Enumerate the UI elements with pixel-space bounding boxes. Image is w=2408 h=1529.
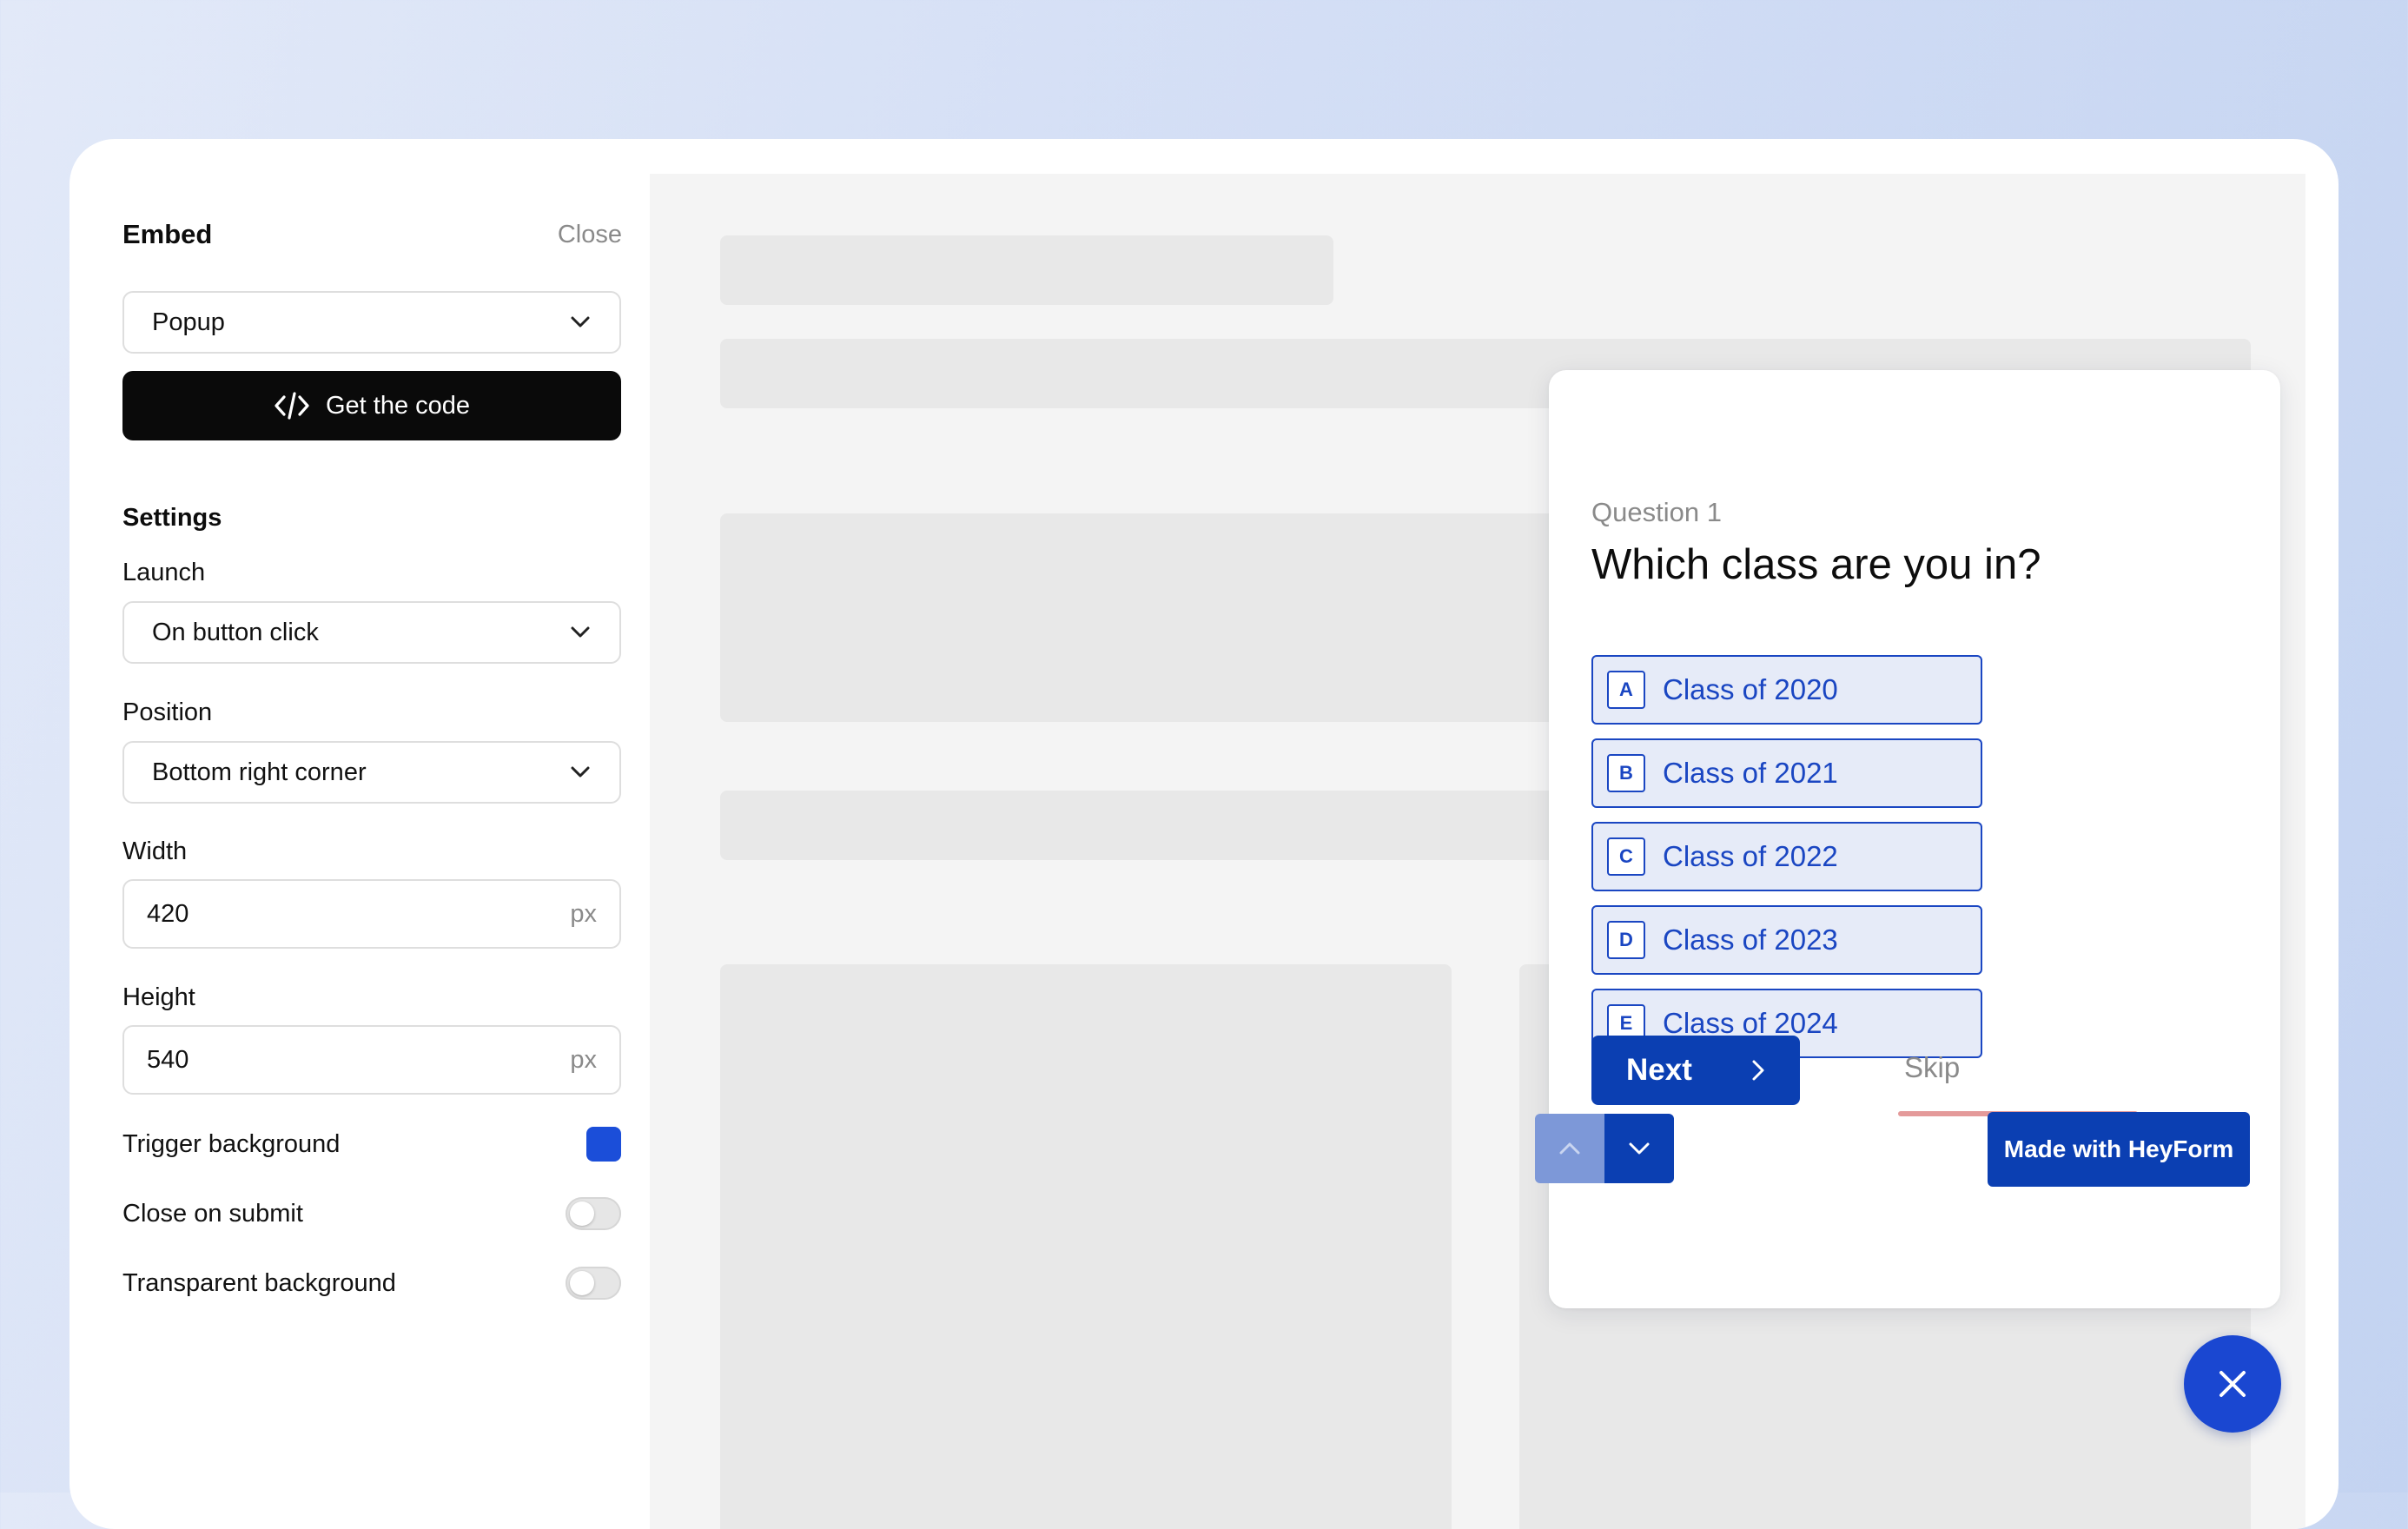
- width-unit: px: [570, 899, 597, 928]
- question-title: Which class are you in?: [1591, 541, 2041, 588]
- close-on-submit-label: Close on submit: [122, 1200, 303, 1228]
- toggle-knob: [570, 1201, 594, 1226]
- height-value: 540: [147, 1045, 189, 1074]
- choice-label: Class of 2023: [1663, 923, 1838, 956]
- height-input[interactable]: 540 px: [122, 1025, 621, 1095]
- position-label: Position: [122, 698, 213, 726]
- transparent-background-label: Transparent background: [122, 1269, 396, 1297]
- choice-key: B: [1607, 754, 1645, 792]
- skip-button[interactable]: Skip: [1904, 1053, 1960, 1082]
- embed-type-select[interactable]: Popup: [122, 291, 621, 354]
- settings-heading: Settings: [122, 504, 222, 532]
- embed-settings-panel: Embed Close Popup Get the code Settings …: [69, 139, 650, 1529]
- embed-type-value: Popup: [152, 308, 225, 336]
- choice-option[interactable]: B Class of 2021: [1591, 738, 1982, 808]
- choice-label: Class of 2021: [1663, 757, 1838, 789]
- width-label: Width: [122, 837, 188, 865]
- choice-option[interactable]: D Class of 2023: [1591, 905, 1982, 975]
- width-value: 420: [147, 899, 189, 928]
- toggle-knob: [570, 1271, 594, 1295]
- popup-form: Question 1 Which class are you in? A Cla…: [1535, 370, 2280, 1308]
- choice-option[interactable]: A Class of 2020: [1591, 655, 1982, 725]
- height-unit: px: [570, 1045, 597, 1074]
- popup-trigger-close-button[interactable]: [2184, 1335, 2281, 1433]
- previous-question-button[interactable]: [1535, 1114, 1604, 1183]
- choice-key: A: [1607, 671, 1645, 709]
- choice-key: C: [1607, 837, 1645, 876]
- launch-select[interactable]: On button click: [122, 601, 621, 664]
- next-button[interactable]: Next: [1591, 1036, 1800, 1105]
- choice-label: Class of 2022: [1663, 840, 1838, 872]
- close-link[interactable]: Close: [558, 222, 622, 248]
- get-code-label: Get the code: [325, 391, 471, 420]
- launch-value: On button click: [152, 618, 319, 646]
- choice-label: Class of 2020: [1663, 673, 1838, 705]
- skeleton-block: [720, 235, 1333, 305]
- code-icon: [274, 391, 310, 420]
- get-code-button[interactable]: Get the code: [122, 371, 621, 440]
- chevron-down-icon: [1629, 1142, 1650, 1155]
- close-on-submit-toggle[interactable]: [566, 1197, 621, 1230]
- chevron-down-icon: [569, 311, 592, 334]
- trigger-background-label: Trigger background: [122, 1130, 341, 1158]
- next-question-button[interactable]: [1604, 1114, 1674, 1183]
- position-select[interactable]: Bottom right corner: [122, 741, 621, 804]
- position-value: Bottom right corner: [152, 758, 367, 786]
- chevron-down-icon: [569, 761, 592, 784]
- width-input[interactable]: 420 px: [122, 879, 621, 949]
- next-label: Next: [1626, 1053, 1692, 1087]
- chevron-down-icon: [569, 621, 592, 644]
- app-window: Embed Close Popup Get the code Settings …: [69, 139, 2339, 1529]
- skeleton-block: [720, 964, 1452, 1529]
- chevron-right-icon: [1751, 1059, 1765, 1082]
- transparent-background-toggle[interactable]: [566, 1267, 621, 1300]
- chevron-up-icon: [1559, 1142, 1580, 1155]
- close-icon: [2217, 1368, 2248, 1400]
- question-number: Question 1: [1591, 497, 1722, 527]
- launch-label: Launch: [122, 559, 206, 586]
- made-with-heyform-badge[interactable]: Made with HeyForm: [1988, 1112, 2250, 1187]
- choice-key: D: [1607, 921, 1645, 959]
- trigger-background-color-swatch[interactable]: [586, 1127, 621, 1162]
- panel-title: Embed: [122, 219, 213, 249]
- height-label: Height: [122, 983, 195, 1011]
- choice-option[interactable]: C Class of 2022: [1591, 822, 1982, 891]
